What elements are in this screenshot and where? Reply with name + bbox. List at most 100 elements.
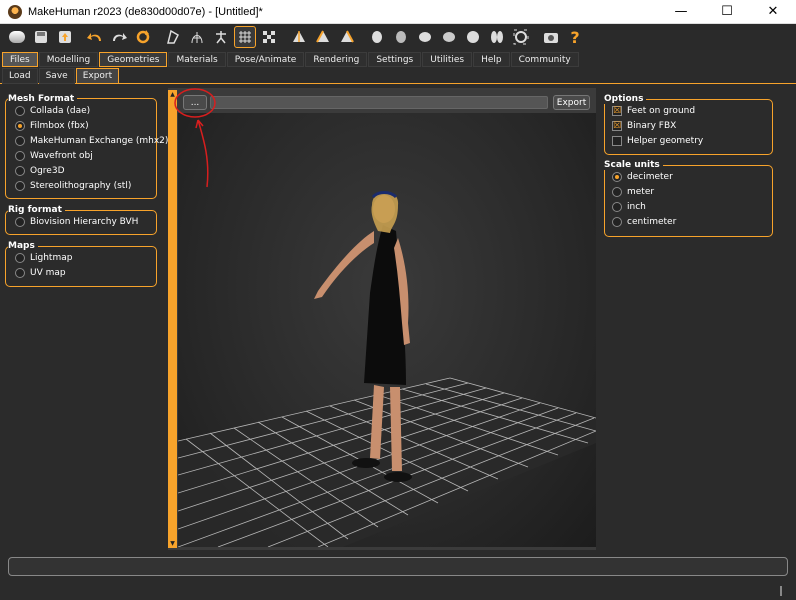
radio-label: Lightmap	[30, 253, 73, 263]
checkbox-label: Feet on ground	[627, 106, 696, 116]
face-left-icon[interactable]	[414, 26, 436, 48]
options-title: Options	[604, 94, 647, 104]
subtab-save[interactable]: Save	[38, 68, 75, 84]
scroll-up-icon[interactable]: ▲	[168, 90, 177, 99]
checker-icon[interactable]	[258, 26, 280, 48]
pose-icon[interactable]	[162, 26, 184, 48]
radio-wavefront[interactable]: Wavefront obj	[15, 149, 93, 163]
tab-community[interactable]: Community	[510, 52, 579, 67]
viewport-scrollbar[interactable]	[168, 92, 177, 548]
radio-indicator	[15, 268, 25, 278]
reset-icon[interactable]	[132, 26, 154, 48]
checkbox-helper-geometry[interactable]: Helper geometry	[612, 134, 703, 148]
status-line	[0, 584, 796, 600]
radio-label: decimeter	[627, 172, 673, 182]
tab-pose-animate[interactable]: Pose/Animate	[226, 52, 305, 67]
radio-meter[interactable]: meter	[612, 185, 654, 199]
checkbox-label: Helper geometry	[627, 136, 704, 146]
tab-settings[interactable]: Settings	[368, 52, 422, 67]
maximize-button[interactable]: ☐	[704, 0, 750, 24]
radio-decimeter[interactable]: decimeter	[612, 170, 673, 184]
radio-indicator	[612, 217, 622, 227]
3d-viewport[interactable]	[178, 113, 596, 547]
tab-modelling[interactable]: Modelling	[38, 52, 99, 67]
skeleton-icon[interactable]	[210, 26, 232, 48]
rig-format-title: Rig format	[8, 205, 65, 215]
tab-materials[interactable]: Materials	[168, 52, 226, 67]
checkbox-label: Binary FBX	[627, 121, 677, 131]
radio-label: meter	[627, 187, 655, 197]
radio-label: centimeter	[627, 217, 677, 227]
checkbox-binary-fbx[interactable]: ☒ Binary FBX	[612, 119, 676, 133]
tab-geometries[interactable]: Geometries	[99, 52, 168, 67]
face-front-icon[interactable]	[366, 26, 388, 48]
tab-rendering[interactable]: Rendering	[305, 52, 368, 67]
subtab-export[interactable]: Export	[75, 68, 120, 84]
screenshot-icon[interactable]	[540, 26, 562, 48]
radio-indicator	[15, 166, 25, 176]
radio-indicator	[15, 106, 25, 116]
radio-label: Wavefront obj	[30, 151, 93, 161]
radio-indicator	[15, 181, 25, 191]
grid-icon[interactable]	[234, 26, 256, 48]
left-view-icon[interactable]	[312, 26, 334, 48]
radio-ogre3d[interactable]: Ogre3D	[15, 164, 65, 178]
radio-label: Stereolithography (stl)	[30, 181, 132, 191]
face-back-icon[interactable]	[390, 26, 412, 48]
top-icon[interactable]	[462, 26, 484, 48]
radio-stl[interactable]: Stereolithography (stl)	[15, 179, 131, 193]
mesh-format-title: Mesh Format	[8, 94, 78, 104]
radio-indicator	[612, 187, 622, 197]
export-icon[interactable]	[54, 26, 76, 48]
tab-files[interactable]: Files	[2, 52, 38, 67]
export-path-input[interactable]	[210, 96, 548, 109]
close-button[interactable]: ✕	[750, 0, 796, 24]
radio-mhx2[interactable]: MakeHuman Exchange (mhx2)	[15, 134, 168, 148]
app-logo-icon	[8, 4, 22, 19]
scene-render	[178, 191, 596, 547]
radio-collada[interactable]: Collada (dae)	[15, 104, 90, 118]
frame-icon[interactable]	[510, 26, 532, 48]
radio-label: Biovision Hierarchy BVH	[30, 217, 139, 227]
wireframe-icon[interactable]	[186, 26, 208, 48]
radio-indicator	[15, 136, 25, 146]
radio-label: Filmbox (fbx)	[30, 121, 89, 131]
sub-tabs: Load Save Export	[0, 68, 796, 84]
radio-filmbox[interactable]: Filmbox (fbx)	[15, 119, 89, 133]
right-view-icon[interactable]	[336, 26, 358, 48]
resize-grip-icon[interactable]	[780, 586, 782, 596]
radio-label: Ogre3D	[30, 166, 65, 176]
radio-indicator	[15, 151, 25, 161]
radio-indicator	[15, 217, 25, 227]
bottom-icon[interactable]	[486, 26, 508, 48]
radio-lightmap[interactable]: Lightmap	[15, 251, 72, 265]
radio-label: inch	[627, 202, 646, 212]
scroll-down-icon[interactable]: ▼	[168, 539, 177, 548]
tab-utilities[interactable]: Utilities	[422, 52, 473, 67]
radio-inch[interactable]: inch	[612, 200, 646, 214]
file-icon[interactable]	[6, 26, 28, 48]
face-right-icon[interactable]	[438, 26, 460, 48]
subtab-load[interactable]: Load	[2, 68, 38, 84]
main-tabs: Files Modelling Geometries Materials Pos…	[0, 52, 796, 67]
tab-help[interactable]: Help	[473, 52, 510, 67]
undo-icon[interactable]	[84, 26, 106, 48]
radio-uv-map[interactable]: UV map	[15, 266, 66, 280]
browse-button[interactable]: ...	[183, 95, 207, 110]
checkbox-feet-on-ground[interactable]: ☒ Feet on ground	[612, 104, 695, 118]
front-view-icon[interactable]	[288, 26, 310, 48]
redo-icon[interactable]	[108, 26, 130, 48]
radio-indicator	[15, 121, 25, 131]
minimize-button[interactable]: —	[658, 0, 704, 24]
progress-bar	[8, 557, 788, 576]
radio-indicator	[612, 172, 622, 182]
save-icon[interactable]	[30, 26, 52, 48]
scale-units-title: Scale units	[604, 160, 663, 170]
check-mark-icon: ☒	[612, 105, 622, 116]
radio-bvh[interactable]: Biovision Hierarchy BVH	[15, 215, 138, 229]
checkbox-empty-icon	[612, 136, 622, 146]
export-button[interactable]: Export	[553, 95, 590, 110]
radio-centimeter[interactable]: centimeter	[612, 215, 676, 229]
maps-title: Maps	[8, 241, 38, 251]
help-icon[interactable]: ?	[564, 26, 586, 48]
